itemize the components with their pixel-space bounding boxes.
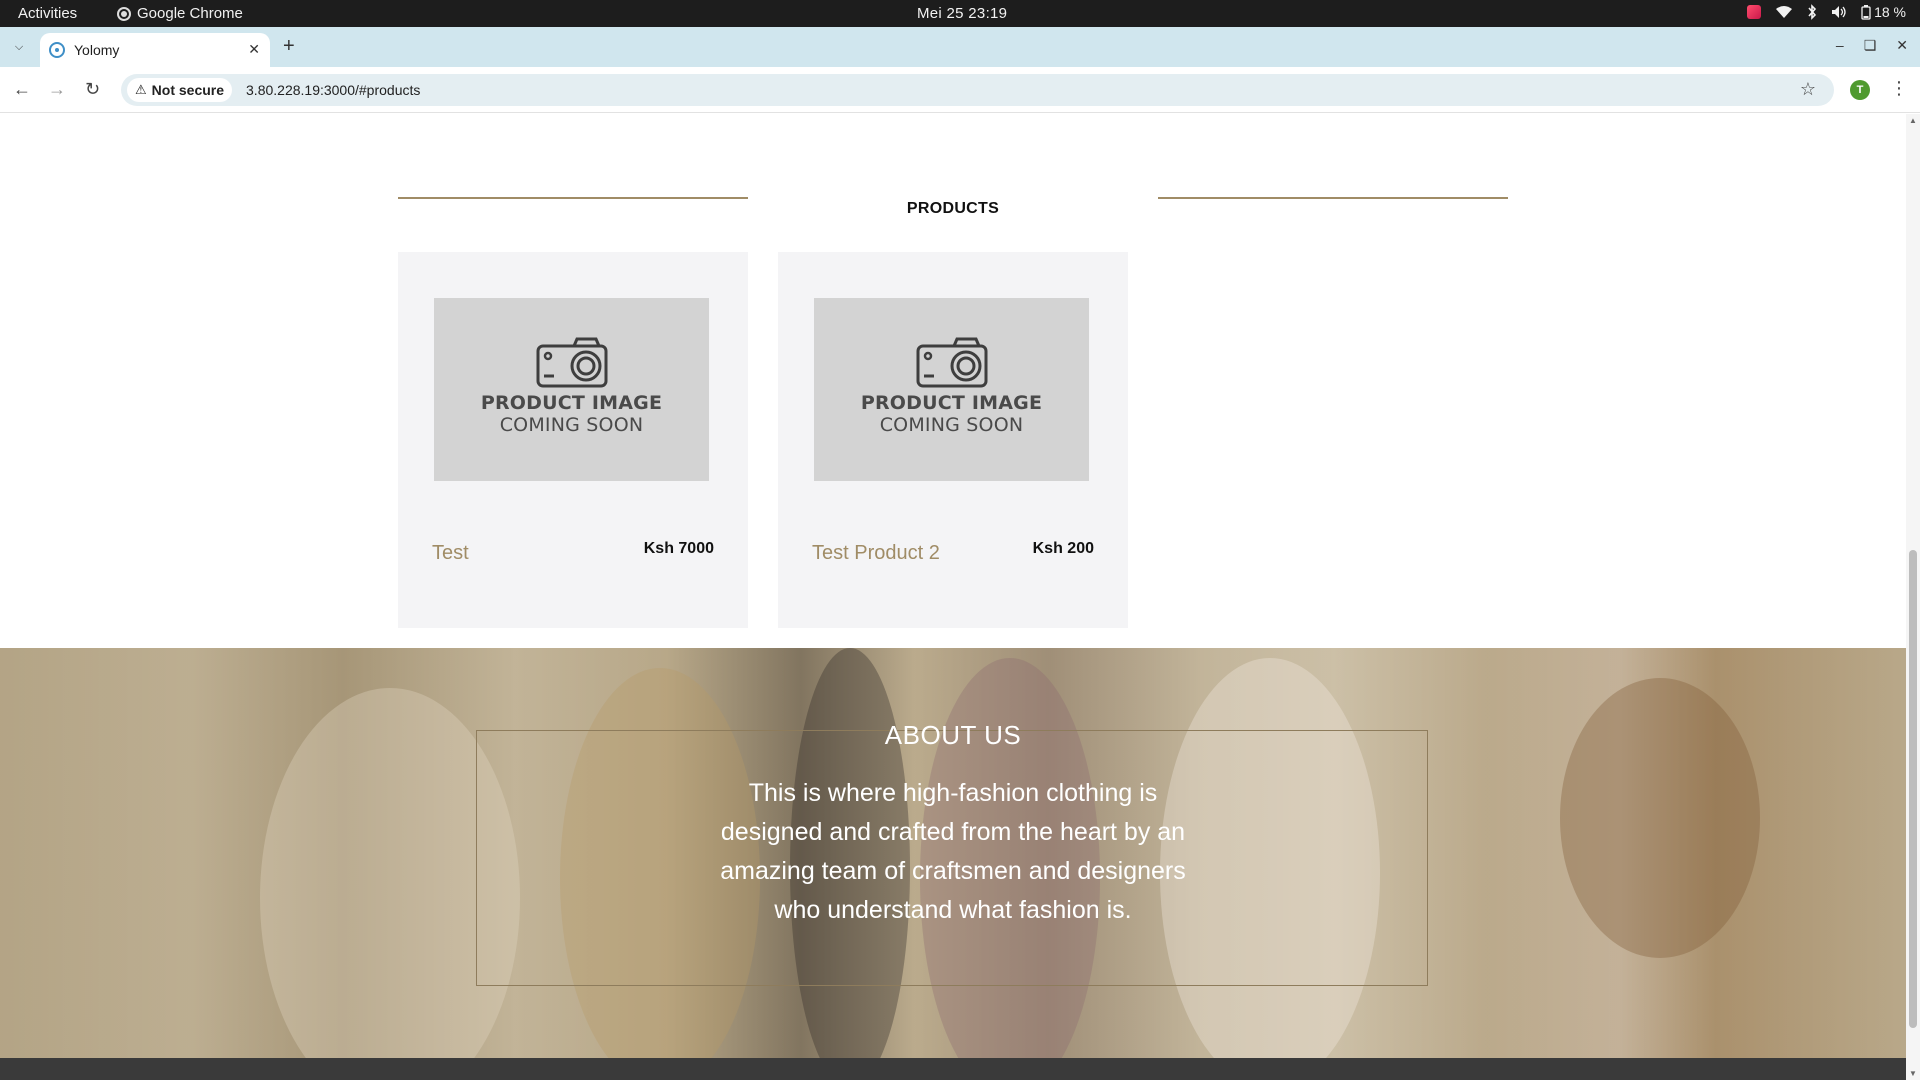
scroll-up-arrow-icon[interactable]: ▲ [1909, 116, 1917, 125]
address-bar[interactable]: ⚠ Not secure 3.80.228.19:3000/#products … [121, 74, 1834, 106]
volume-icon [1832, 6, 1846, 18]
scrollbar-thumb[interactable] [1909, 550, 1917, 1028]
product-price: Ksh 200 [1032, 540, 1094, 557]
system-tray[interactable]: 18 % [1747, 4, 1906, 20]
section-rule-right [1158, 197, 1508, 199]
bluetooth-icon [1808, 4, 1817, 20]
new-tab-plus-icon[interactable]: + [283, 36, 295, 56]
activities-button[interactable]: Activities [18, 5, 77, 22]
reload-icon[interactable]: ↻ [85, 79, 100, 99]
app-indicator-icon[interactable] [1747, 5, 1762, 19]
tab-yolomy[interactable]: Yolomy ✕ [40, 33, 270, 67]
page-scrollbar[interactable]: ▲ ▼ [1906, 114, 1920, 1080]
clock[interactable]: Mei 25 23:19 [917, 5, 1007, 22]
placeholder-text-line2: COMING SOON [499, 414, 644, 436]
footer-strip [0, 1058, 1906, 1080]
product-name[interactable]: Test Product 2 [812, 542, 940, 565]
scroll-down-arrow-icon[interactable]: ▼ [1909, 1069, 1917, 1078]
window-close-icon[interactable]: ✕ [1896, 37, 1908, 54]
products-heading: PRODUCTS [906, 200, 1000, 217]
chrome-icon [117, 6, 131, 21]
product-image-placeholder: PRODUCT IMAGE COMING SOON [814, 298, 1089, 481]
tab-strip: ⌵ Yolomy ✕ + – ❏ ✕ [0, 27, 1920, 67]
window-controls: – ❏ ✕ [1836, 37, 1908, 54]
restore-icon[interactable]: ❏ [1864, 37, 1877, 54]
browser-toolbar: ← → ↻ ⚠ Not secure 3.80.228.19:3000/#pro… [0, 67, 1920, 113]
app-menu[interactable]: Google Chrome [117, 5, 243, 22]
chrome-menu-icon[interactable]: ⋮ [1890, 78, 1908, 99]
about-text: This is where high-fashion clothing is d… [720, 779, 1186, 924]
camera-icon [536, 337, 607, 388]
battery-indicator: 18 % [1861, 4, 1906, 20]
back-arrow-icon[interactable]: ← [13, 79, 31, 99]
wifi-icon [1776, 6, 1793, 18]
page-viewport: PRODUCTS PRODUCT IMAGE COMING SOON Test … [0, 114, 1906, 1080]
security-indicator[interactable]: ⚠ Not secure [127, 78, 233, 102]
placeholder-text-line1: PRODUCT IMAGE [860, 392, 1043, 414]
placeholder-text-line2: COMING SOON [879, 414, 1024, 436]
section-rule-left [398, 197, 748, 199]
product-card[interactable]: PRODUCT IMAGE COMING SOON Test Product 2… [778, 252, 1128, 628]
warning-triangle-icon: ⚠ [135, 82, 147, 97]
product-price: Ksh 7000 [643, 540, 714, 557]
security-label: Not secure [151, 82, 225, 98]
minimize-icon[interactable]: – [1836, 37, 1844, 54]
battery-icon [1861, 4, 1871, 20]
tab-title: Yolomy [74, 42, 120, 58]
battery-percent: 18 % [1874, 4, 1906, 20]
tab-search-chevron-icon[interactable]: ⌵ [8, 36, 30, 58]
placeholder-text-line1: PRODUCT IMAGE [480, 392, 663, 414]
url-text[interactable]: 3.80.228.19:3000/#products [246, 82, 420, 98]
camera-icon [916, 337, 987, 388]
about-heading: ABOUT US [884, 720, 1022, 750]
product-name[interactable]: Test [432, 542, 469, 565]
system-top-bar: Activities Google Chrome Mei 25 23:19 18… [0, 0, 1920, 27]
tab-close-icon[interactable]: ✕ [248, 41, 260, 58]
profile-avatar[interactable]: T [1850, 80, 1870, 100]
product-card[interactable]: PRODUCT IMAGE COMING SOON Test Ksh 7000 [398, 252, 748, 628]
about-section: ABOUT US This is where high-fashion clot… [0, 648, 1906, 1058]
forward-arrow-icon[interactable]: → [48, 79, 66, 99]
react-favicon-icon [49, 42, 65, 58]
bookmark-star-icon[interactable]: ☆ [1800, 79, 1816, 100]
product-image-placeholder: PRODUCT IMAGE COMING SOON [434, 298, 709, 481]
app-name: Google Chrome [137, 5, 243, 22]
